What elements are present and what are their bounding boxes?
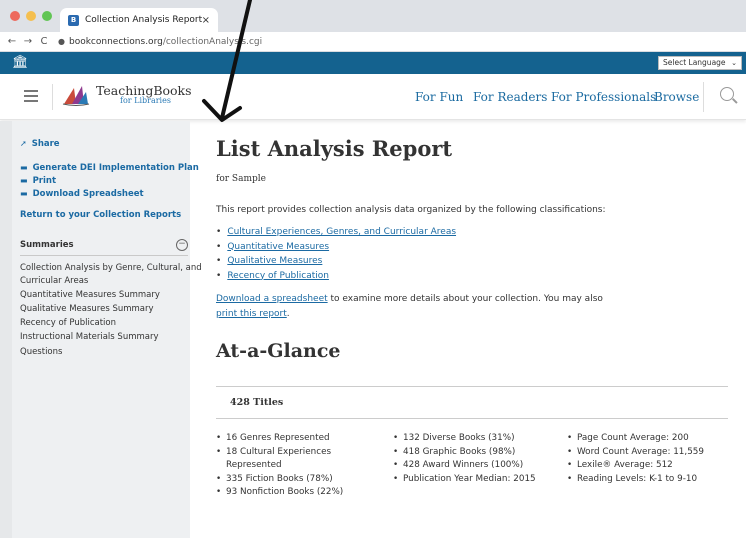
download-text: to examine more details about your colle… bbox=[327, 294, 603, 304]
share-button[interactable]: ➚ Share bbox=[20, 139, 60, 149]
url-host: bookconnections.org bbox=[68, 36, 163, 47]
download-label: Download Spreadsheet bbox=[32, 189, 144, 199]
return-link[interactable]: Return to your Collection Reports bbox=[20, 210, 181, 220]
tab-title: Collection Analysis Report bbox=[85, 15, 202, 25]
list-item: 418 Graphic Books (98%) bbox=[393, 446, 536, 460]
nav-for-professionals[interactable]: For Professionals bbox=[551, 90, 656, 104]
classification-link-quantitative[interactable]: Quantitative Measures bbox=[227, 242, 329, 252]
printer-icon: ▬ bbox=[20, 176, 28, 185]
list-item: • Quantitative Measures bbox=[216, 241, 330, 252]
list-item: • Cultural Experiences, Genres, and Curri… bbox=[216, 227, 457, 237]
site-header: TeachingBooks for Libraries For Fun For … bbox=[0, 74, 746, 120]
browser-tab-bar: B Collection Analysis Report × bbox=[0, 0, 746, 32]
search-icon[interactable] bbox=[720, 87, 734, 101]
divider bbox=[216, 418, 728, 419]
list-item: • Qualitative Measures bbox=[216, 256, 323, 266]
logo-sub-text: for Libraries bbox=[120, 96, 171, 106]
download-paragraph: Download a spreadsheet to examine more d… bbox=[216, 292, 616, 322]
header-divider bbox=[52, 84, 53, 110]
print-button[interactable]: ▬ Print bbox=[20, 176, 56, 186]
url-path: /collectionAnalysis.cgi bbox=[162, 36, 263, 47]
lock-icon: ● bbox=[58, 37, 65, 46]
spreadsheet-icon: ▬ bbox=[20, 189, 28, 198]
list-item-continuation: Represented bbox=[226, 460, 282, 470]
classification-link-cultural[interactable]: Cultural Experiences, Genres, and Curric… bbox=[227, 227, 456, 237]
sidebar-strip bbox=[0, 121, 12, 538]
page-title: List Analysis Report bbox=[216, 136, 453, 161]
window-controls bbox=[10, 11, 52, 21]
print-end: . bbox=[286, 309, 290, 319]
library-icon[interactable]: 🏛 bbox=[12, 55, 29, 70]
list-item: Publication Year Median: 2015 bbox=[393, 473, 536, 487]
minimize-window-button[interactable] bbox=[26, 11, 36, 21]
summary-qualitative[interactable]: Qualitative Measures Summary bbox=[20, 303, 154, 316]
at-a-glance-heading: At-a-Glance bbox=[216, 340, 341, 362]
generate-dei-label: Generate DEI Implementation Plan bbox=[32, 163, 199, 173]
list-item: Lexile® Average: 512 bbox=[567, 459, 704, 473]
print-report-link[interactable]: print this report bbox=[216, 309, 287, 319]
list-item: Reading Levels: K-1 to 9-10 bbox=[567, 473, 704, 487]
summaries-divider bbox=[20, 255, 188, 256]
back-button[interactable]: ← bbox=[4, 36, 20, 47]
nav-browse[interactable]: Browse bbox=[654, 90, 699, 104]
share-label: Share bbox=[31, 139, 60, 149]
list-item: 18 Cultural Experiences bbox=[216, 446, 343, 460]
menu-icon[interactable] bbox=[24, 90, 38, 105]
nav-for-fun[interactable]: For Fun bbox=[415, 90, 463, 104]
teachingbooks-logo[interactable]: TeachingBooks for Libraries bbox=[62, 82, 192, 108]
folder-icon: ▬ bbox=[20, 163, 28, 172]
stats-column-2: 132 Diverse Books (31%) 418 Graphic Book… bbox=[393, 432, 536, 486]
tab-close-icon[interactable]: × bbox=[202, 15, 210, 26]
list-item: 335 Fiction Books (78%) bbox=[216, 473, 343, 487]
titles-count: 428 Titles bbox=[230, 397, 284, 408]
list-item: 132 Diverse Books (31%) bbox=[393, 432, 536, 446]
classification-list: • Cultural Experiences, Genres, and Curri… bbox=[216, 225, 456, 283]
summary-genre-line1: Collection Analysis by Genre, Cultural, … bbox=[20, 263, 202, 273]
stats-column-1: 16 Genres Represented 18 Cultural Experi… bbox=[216, 432, 343, 500]
favicon-icon: B bbox=[68, 14, 79, 26]
intro-text: This report provides collection analysis… bbox=[216, 205, 606, 215]
list-item: 93 Nonfiction Books (22%) bbox=[216, 486, 343, 500]
summary-quantitative[interactable]: Quantitative Measures Summary bbox=[20, 289, 160, 302]
close-window-button[interactable] bbox=[10, 11, 20, 21]
download-spreadsheet-link[interactable]: Download a spreadsheet bbox=[216, 294, 328, 304]
books-logo-icon bbox=[62, 86, 90, 106]
classification-link-recency[interactable]: Recency of Publication bbox=[227, 271, 329, 281]
download-spreadsheet-button[interactable]: ▬ Download Spreadsheet bbox=[20, 189, 144, 199]
chevron-down-icon: ⌄ bbox=[731, 59, 737, 67]
page-subtitle: for Sample bbox=[216, 174, 266, 184]
summary-genre-line2: Curricular Areas bbox=[20, 276, 89, 286]
browser-tab[interactable]: B Collection Analysis Report × bbox=[60, 8, 218, 32]
classification-link-qualitative[interactable]: Qualitative Measures bbox=[227, 256, 322, 266]
forward-button[interactable]: → bbox=[20, 36, 36, 47]
generate-dei-plan-button[interactable]: ▬ Generate DEI Implementation Plan bbox=[20, 163, 199, 173]
address-bar: ← → C ● bookconnections.org/collectionAn… bbox=[0, 32, 746, 52]
summary-questions[interactable]: Questions bbox=[20, 346, 62, 359]
collapse-icon[interactable]: − bbox=[176, 239, 188, 251]
list-item: 16 Genres Represented bbox=[216, 432, 343, 446]
print-label: Print bbox=[32, 176, 57, 186]
language-select[interactable]: Select Language ⌄ bbox=[658, 56, 742, 70]
summary-instructional[interactable]: Instructional Materials Summary bbox=[20, 331, 159, 344]
url-field[interactable]: bookconnections.org/collectionAnalysis.c… bbox=[69, 37, 262, 47]
summary-genre-cultural[interactable]: Collection Analysis by Genre, Cultural, … bbox=[20, 262, 202, 288]
list-item: • Recency of Publication bbox=[216, 270, 329, 281]
list-item: Page Count Average: 200 bbox=[567, 432, 704, 446]
maximize-window-button[interactable] bbox=[42, 11, 52, 21]
summary-recency[interactable]: Recency of Publication bbox=[20, 317, 116, 330]
divider bbox=[216, 386, 728, 387]
language-select-label: Select Language bbox=[663, 58, 726, 67]
header-divider-right bbox=[703, 82, 704, 112]
share-arrow-icon: ➚ bbox=[20, 139, 27, 148]
nav-for-readers[interactable]: For Readers bbox=[473, 90, 547, 104]
list-item: 428 Award Winners (100%) bbox=[393, 459, 536, 473]
reload-button[interactable]: C bbox=[36, 36, 52, 47]
list-item: Word Count Average: 11,559 bbox=[567, 446, 704, 460]
stats-column-3: Page Count Average: 200 Word Count Avera… bbox=[567, 432, 704, 486]
utility-bar: 🏛 Select Language ⌄ bbox=[0, 52, 746, 78]
summaries-heading: Summaries bbox=[20, 240, 74, 250]
